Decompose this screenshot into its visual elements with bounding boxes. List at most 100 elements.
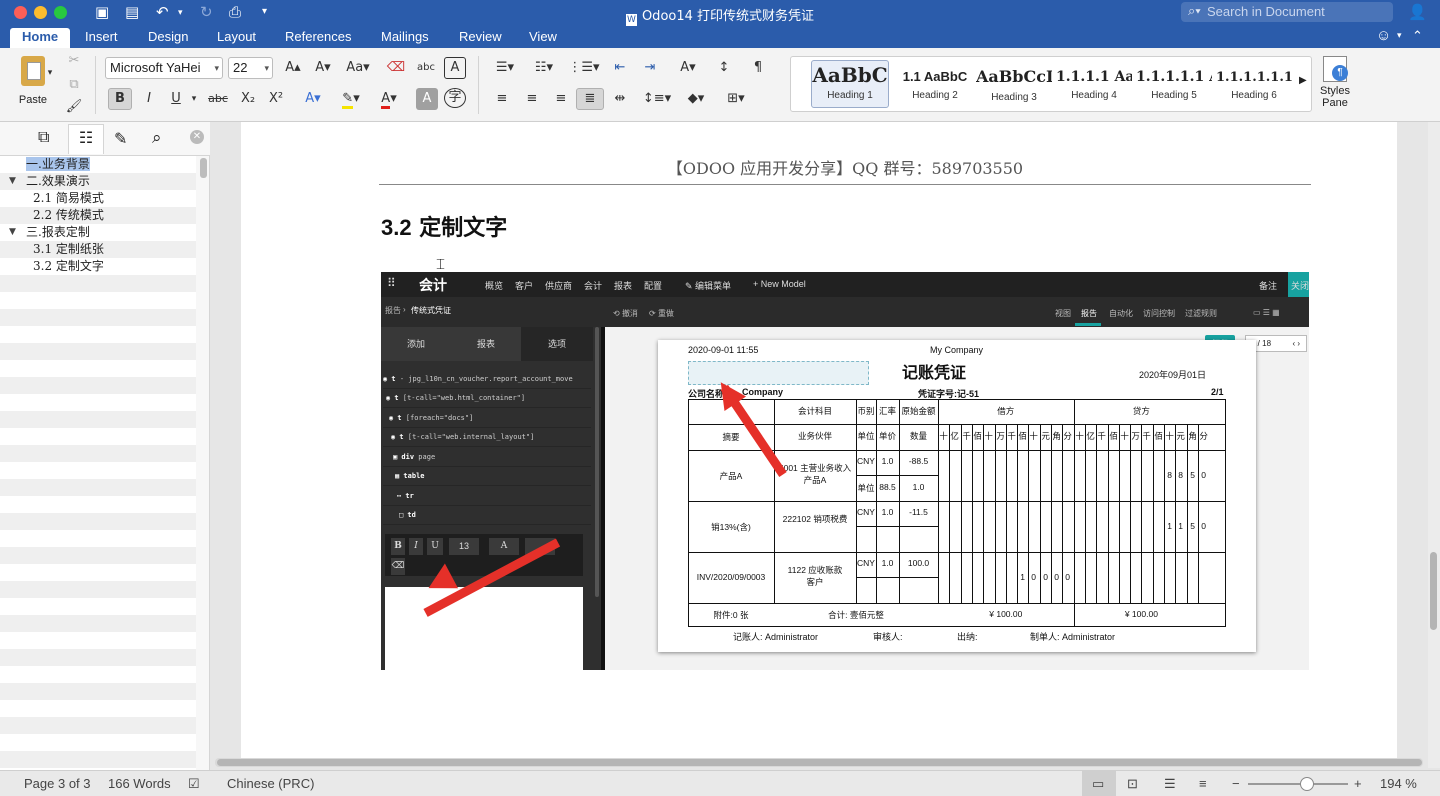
proofing-icon[interactable]: ☑ [188, 776, 200, 792]
horizontal-scrollbar[interactable] [215, 758, 1423, 767]
collapse-triangle-icon[interactable]: ▼ [9, 173, 16, 190]
thumbnails-icon[interactable]: ⧉ [38, 129, 49, 147]
numbering-button[interactable]: ☷▾ [526, 57, 562, 79]
underline-button[interactable]: U [165, 88, 187, 110]
character-border-icon[interactable]: A [444, 57, 466, 79]
bold-button[interactable]: B [108, 88, 132, 110]
shading-button[interactable]: ◆▾ [678, 88, 714, 110]
print-layout-icon[interactable]: ▭ [1092, 776, 1104, 792]
vertical-scrollbar[interactable] [1428, 122, 1440, 768]
nav-item-simple-mode[interactable]: 2.1 简易模式 [0, 190, 196, 207]
row-unit: 单位 [857, 483, 875, 493]
edit-outline-icon[interactable]: ✎ [114, 129, 127, 149]
italic-button[interactable]: I [138, 88, 160, 110]
share-icon[interactable]: 👤 [1408, 3, 1427, 21]
cut-icon[interactable]: ✂ [64, 50, 84, 72]
page-count[interactable]: Page 3 of 3 [24, 776, 91, 791]
credit-digit: 0 [1201, 470, 1207, 480]
nav-item-traditional-mode[interactable]: 2.2 传统模式 [0, 207, 196, 224]
strikethrough-button[interactable]: abc [205, 88, 231, 110]
nav-item-business-background[interactable]: 一.业务背景 [0, 156, 196, 173]
search-document-input[interactable]: ⌕▾ Search in Document [1181, 2, 1393, 22]
section-heading[interactable]: 3.2 定制文字 [381, 210, 507, 242]
language-indicator[interactable]: Chinese (PRC) [227, 776, 314, 791]
sort-button[interactable]: ↕ [710, 57, 738, 79]
row-rate: 1.0 [881, 456, 894, 466]
align-right-button[interactable]: ≡ [547, 88, 575, 110]
character-shading-icon[interactable]: A [416, 88, 438, 110]
grow-font-button[interactable]: A▴ [280, 57, 306, 79]
style-heading-6[interactable]: 1.1.1.1.1.1 Heading 6 [1215, 60, 1293, 108]
decrease-indent-button[interactable]: ⇤ [606, 57, 634, 79]
enclose-characters-icon[interactable]: 字 [444, 88, 466, 108]
style-heading-4[interactable]: 1.1.1.1 Aa Heading 4 [1055, 60, 1133, 108]
font-name-select[interactable]: Microsoft YaHei ▾ [105, 57, 223, 79]
web-layout-icon[interactable]: ⊡ [1127, 776, 1138, 792]
zoom-level[interactable]: 194 % [1380, 776, 1417, 791]
show-formatting-marks-button[interactable]: ¶ [744, 57, 772, 79]
phonetic-guide-icon[interactable]: abc [414, 57, 438, 79]
embedded-odoo-screenshot[interactable]: ⠿ 会计 概览 客户 供应商 会计 报表 配置 ✎ 编辑菜单 + New Mod… [381, 272, 1309, 670]
tab-design[interactable]: Design [148, 29, 188, 44]
paste-dropdown-icon[interactable]: ▾ [45, 62, 55, 84]
format-painter-icon[interactable]: 🖌 [64, 96, 84, 118]
style-heading-5[interactable]: 1.1.1.1.1 A Heading 5 [1135, 60, 1213, 108]
tab-mailings[interactable]: Mailings [381, 29, 429, 44]
clear-formatting-icon[interactable]: ⌫ [384, 57, 408, 79]
tab-home[interactable]: Home [10, 28, 71, 48]
text-effects-button[interactable]: A▾ [298, 88, 328, 110]
nav-item-custom-text[interactable]: 3.2 定制文字 [0, 258, 196, 275]
close-pane-icon[interactable]: ✕ [190, 130, 204, 144]
styles-more-icon[interactable]: ▶ [1299, 75, 1307, 86]
style-heading-2[interactable]: 1.1 AaBbC Heading 2 [896, 60, 974, 108]
align-left-button[interactable]: ≡ [488, 88, 516, 110]
nav-item-demo[interactable]: ▼ 二.效果演示 [0, 173, 196, 190]
multilevel-list-button[interactable]: ⋮☰▾ [566, 57, 602, 79]
search-icon[interactable]: ⌕ [152, 128, 162, 148]
document-map-icon[interactable]: ☷ [68, 124, 104, 154]
font-size-select[interactable]: 22 ▾ [228, 57, 273, 79]
style-heading-3[interactable]: AaBbCcI Heading 3 [975, 60, 1053, 108]
zoom-slider[interactable] [1248, 783, 1348, 785]
zoom-in-icon[interactable]: + [1354, 776, 1362, 791]
underline-dropdown-icon[interactable]: ▾ [188, 88, 200, 110]
subscript-button[interactable]: X₂ [236, 88, 260, 110]
asian-layout-button[interactable]: A▾ [670, 57, 706, 79]
horizontal-scroll-thumb[interactable] [217, 759, 1422, 766]
bullets-button[interactable]: ☰▾ [487, 57, 523, 79]
editable-text-block [688, 361, 869, 385]
nav-scrollbar[interactable] [200, 158, 207, 178]
collapse-triangle-icon[interactable]: ▼ [9, 224, 16, 241]
copy-icon[interactable]: ⧉ [64, 74, 84, 96]
smiley-feedback-icon[interactable]: ☺ [1376, 27, 1391, 44]
tab-references[interactable]: References [285, 29, 351, 44]
change-case-button[interactable]: Aa▾ [342, 57, 374, 79]
collapse-ribbon-icon[interactable]: ⌃ [1412, 28, 1423, 44]
feedback-dropdown-icon[interactable]: ▾ [1397, 30, 1402, 41]
shrink-font-button[interactable]: A▾ [310, 57, 336, 79]
document-page[interactable]: 【ODOO 应用开发分享】QQ 群号：589703550 3.2 定制文字 ⌶ … [241, 122, 1397, 762]
tab-view[interactable]: View [529, 29, 557, 44]
font-color-button[interactable]: A▾ [372, 88, 406, 110]
zoom-out-icon[interactable]: − [1232, 776, 1240, 791]
draft-view-icon[interactable]: ≡ [1199, 776, 1207, 791]
tab-layout[interactable]: Layout [217, 29, 256, 44]
tab-review[interactable]: Review [459, 29, 502, 44]
distributed-button[interactable]: ⇹ [606, 88, 634, 110]
nav-item-custom-paper[interactable]: 3.1 定制纸张 [0, 241, 196, 258]
nav-item-report-custom[interactable]: ▼ 三.报表定制 [0, 224, 196, 241]
word-count[interactable]: 166 Words [108, 776, 171, 791]
align-center-button[interactable]: ≡ [518, 88, 546, 110]
outline-view-icon[interactable]: ☰ [1164, 776, 1176, 792]
increase-indent-button[interactable]: ⇥ [636, 57, 664, 79]
superscript-button[interactable]: X² [264, 88, 288, 110]
tab-insert[interactable]: Insert [85, 29, 118, 44]
justify-button[interactable]: ≣ [576, 88, 604, 110]
highlight-color-button[interactable]: ✎▾ [334, 88, 368, 110]
styles-pane-button[interactable]: ¶ Styles Pane [1316, 54, 1354, 116]
borders-button[interactable]: ⊞▾ [718, 88, 754, 110]
style-heading-1[interactable]: AaBbC Heading 1 [811, 60, 889, 108]
vertical-scroll-thumb[interactable] [1430, 552, 1437, 630]
zoom-slider-thumb[interactable] [1300, 777, 1314, 791]
line-spacing-button[interactable]: ↕≡▾ [640, 88, 674, 110]
